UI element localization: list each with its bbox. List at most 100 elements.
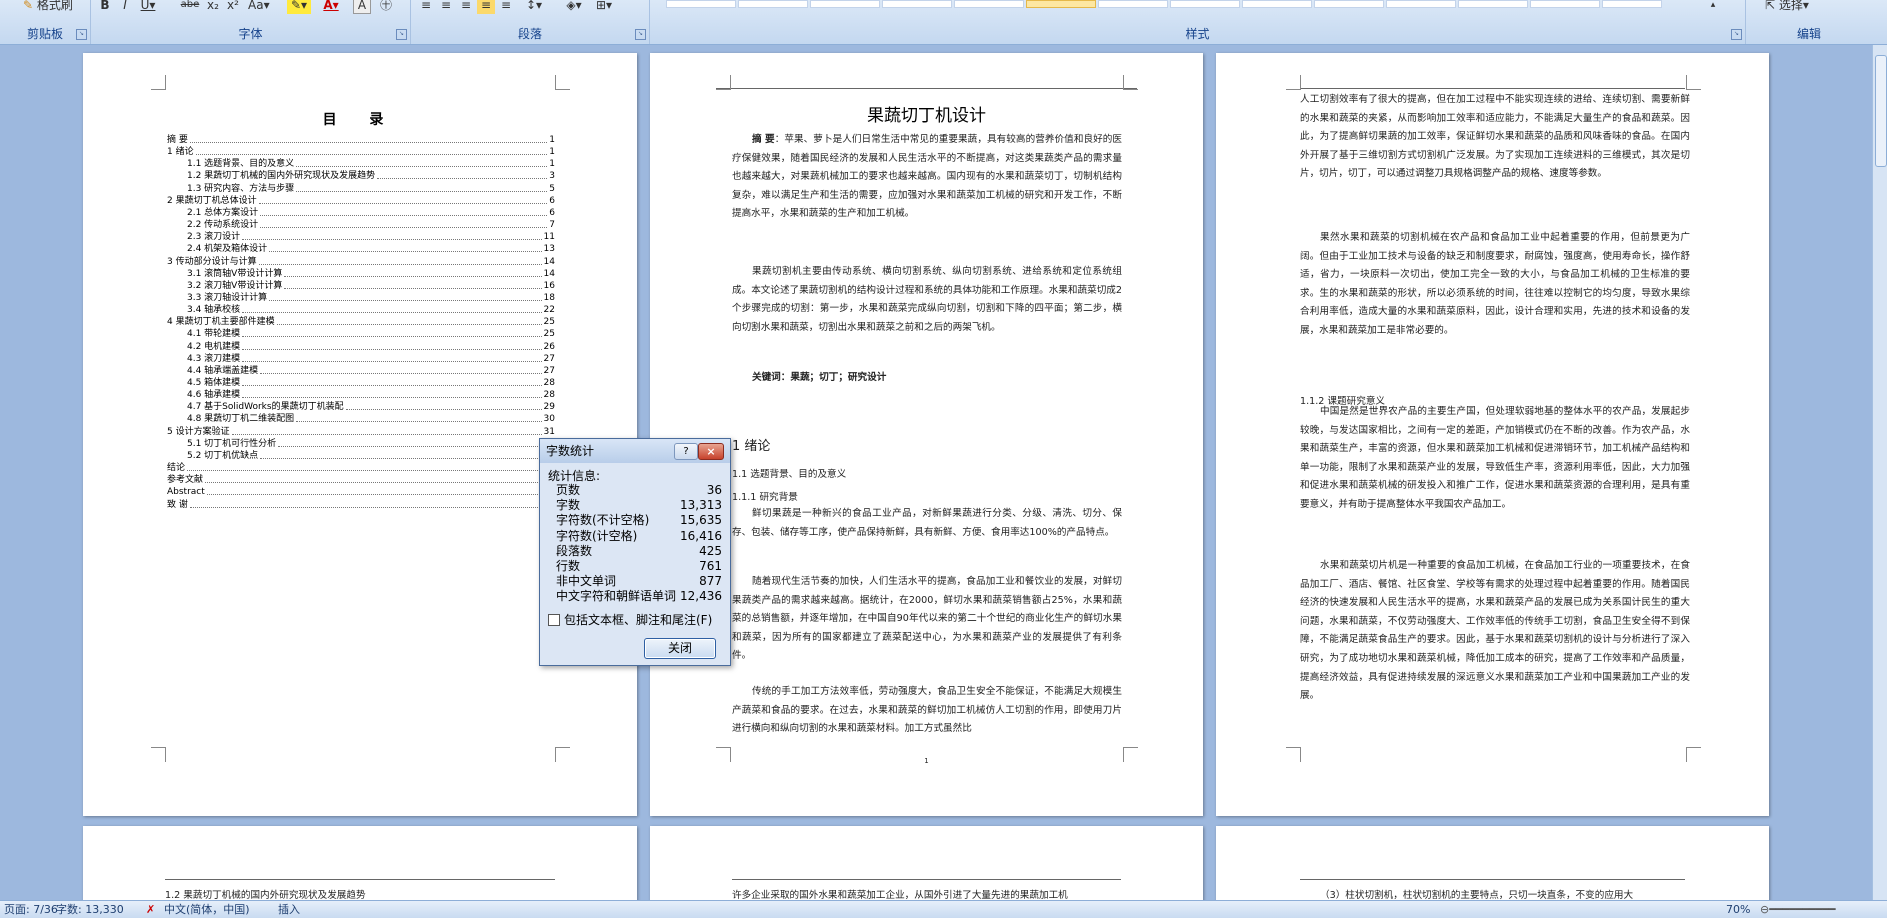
- style-swatch[interactable]: [810, 0, 880, 8]
- include-textboxes-checkbox[interactable]: 包括文本框、脚注和尾注(F): [548, 611, 712, 628]
- toc-entry[interactable]: 4.2 电机建模 26: [187, 341, 555, 353]
- style-swatch[interactable]: [1314, 0, 1384, 8]
- document-area[interactable]: 目 录 摘 要11 绪论 1 1.1 选题背景、目的及意义 1 1.2 果蔬切丁机械的国…: [0, 45, 1872, 900]
- toc-entry[interactable]: 5.2 切丁机优缺点31: [187, 450, 555, 462]
- strikethrough-button[interactable]: abe: [179, 0, 201, 14]
- toc-entry[interactable]: 结论32: [167, 462, 555, 474]
- vertical-scrollbar[interactable]: [1872, 45, 1887, 900]
- enclose-char-button[interactable]: ㊉: [377, 0, 395, 14]
- justify-icon[interactable]: ≡: [477, 0, 495, 14]
- styles-scroll-icon[interactable]: ▴: [1706, 0, 1720, 14]
- style-swatch[interactable]: [666, 0, 736, 8]
- toc-entry[interactable]: 3 传动部分设计与计算 14: [167, 256, 555, 268]
- style-swatch[interactable]: [954, 0, 1024, 8]
- scrollbar-thumb[interactable]: [1875, 55, 1887, 167]
- close-icon[interactable]: ×: [698, 443, 724, 460]
- toc-entry[interactable]: 1.1 选题背景、目的及意义 1: [187, 158, 555, 170]
- style-swatch-selected[interactable]: [1026, 0, 1096, 8]
- toc-entry[interactable]: 4.4 轴承端盖建模 27: [187, 365, 555, 377]
- highlight-button[interactable]: ✎▾: [287, 0, 311, 14]
- toc-entry-title: 5.2 切丁机优缺点: [187, 450, 259, 461]
- change-case-button[interactable]: Aa▾: [247, 0, 270, 14]
- align-center-icon[interactable]: ≡: [437, 0, 455, 14]
- toc-entry[interactable]: 参考文献33: [167, 474, 555, 486]
- toc-entry[interactable]: 4.1 带轮建模 25: [187, 328, 555, 340]
- toc-entry[interactable]: 1 绪论 1: [167, 146, 555, 158]
- bold-button[interactable]: B: [97, 0, 113, 14]
- style-swatch[interactable]: [738, 0, 808, 8]
- word-count-indicator[interactable]: 字数: 13,330: [56, 901, 124, 918]
- toc-entry[interactable]: 摘 要 1: [167, 134, 555, 146]
- styles-launcher[interactable]: ↘: [1731, 29, 1742, 40]
- style-swatch[interactable]: [1170, 0, 1240, 8]
- body-paragraph: （3）柱状切割机，柱状切割机的主要特点，只切一块直条，不变的应用大: [1320, 890, 1634, 900]
- style-swatch[interactable]: [1602, 0, 1662, 8]
- select-button[interactable]: ⇱ 选择▾: [1764, 0, 1824, 14]
- paragraph-launcher[interactable]: ↘: [635, 29, 646, 40]
- font-color-button[interactable]: A▾: [319, 0, 343, 14]
- toc-entry[interactable]: 2.1 总体方案设计 6: [187, 207, 555, 219]
- toc-entry-page: 6: [549, 195, 555, 206]
- clipboard-launcher[interactable]: ↘: [76, 29, 87, 40]
- insert-mode-indicator[interactable]: 插入: [278, 901, 300, 918]
- toc-entry[interactable]: 4.7 基于SolidWorks的果蔬切丁机装配 29: [187, 401, 555, 413]
- align-left-icon[interactable]: ≡: [417, 0, 435, 14]
- proofing-icon[interactable]: ✗: [146, 901, 155, 918]
- close-button[interactable]: 关闭: [644, 638, 716, 659]
- toc-leader: [187, 462, 542, 472]
- style-swatch[interactable]: [1386, 0, 1456, 8]
- page-indicator[interactable]: 页面: 7/36: [4, 901, 58, 918]
- distributed-icon[interactable]: ≡: [497, 0, 515, 14]
- toc-entry[interactable]: 2 果蔬切丁机总体设计 6: [167, 195, 555, 207]
- format-painter-button[interactable]: ✎ 格式刷: [22, 0, 84, 14]
- toc-entry-title: 5 设计方案验证: [167, 426, 230, 437]
- style-swatch[interactable]: [1458, 0, 1528, 8]
- toc-leader: [269, 292, 542, 301]
- toc-entry[interactable]: 3.3 滚刀轴设计计算 18: [187, 292, 555, 304]
- language-indicator[interactable]: 中文(简体，中国): [164, 901, 250, 918]
- zoom-slider[interactable]: ⊖━━━━━━━━━━: [1760, 901, 1835, 918]
- help-button[interactable]: ?: [674, 443, 698, 460]
- toc-entry[interactable]: 2.4 机架及箱体设计 13: [187, 243, 555, 255]
- underline-button[interactable]: U▾: [137, 0, 159, 14]
- subscript-button[interactable]: x₂: [205, 0, 221, 14]
- toc-entry[interactable]: 3.4 轴承校核 22: [187, 304, 555, 316]
- style-swatch[interactable]: [882, 0, 952, 8]
- italic-button[interactable]: I: [117, 0, 133, 14]
- body-paragraph: 传统的手工加工方法效率低，劳动强度大，食品卫生安全不能保证，不能满足大规模生产蔬…: [732, 686, 1122, 735]
- toc-entry-title: 4.1 带轮建模: [187, 329, 241, 340]
- toc-entry[interactable]: 2.3 滚刀设计 11: [187, 231, 555, 243]
- toc-entry-title: 2.1 总体方案设计: [187, 207, 259, 218]
- superscript-button[interactable]: x²: [225, 0, 241, 14]
- toc-entry[interactable]: 4.5 箱体建模 28: [187, 377, 555, 389]
- toc-entry[interactable]: 4 果蔬切丁机主要部件建模 25: [167, 316, 555, 328]
- zoom-level[interactable]: 70%: [1726, 901, 1750, 918]
- toc-entry[interactable]: 4.6 轴承建模 28: [187, 389, 555, 401]
- toc-entry[interactable]: 4.3 滚刀建模 27: [187, 353, 555, 365]
- toc-entry[interactable]: 2.2 传动系统设计 7: [187, 219, 555, 231]
- header-line: [716, 88, 1137, 89]
- shading-icon[interactable]: ◈▾: [561, 0, 587, 14]
- toc-entry[interactable]: 5.1 切丁机可行性分析31: [187, 438, 555, 450]
- toc-entry-title: 3.3 滚刀轴设计计算: [187, 292, 268, 303]
- toc-entry[interactable]: 致 谢35: [167, 499, 555, 511]
- checkbox-box[interactable]: [548, 613, 560, 626]
- line-spacing-icon[interactable]: ↕▾: [521, 0, 547, 14]
- toc-entry[interactable]: 5 设计方案验证 31: [167, 426, 555, 438]
- page-next-1: 1.2 果蔬切丁机械的国内外研究现状及发展趋势: [83, 826, 637, 900]
- align-right-icon[interactable]: ≡: [457, 0, 475, 14]
- style-swatch[interactable]: [1098, 0, 1168, 8]
- editing-group-label: 编辑: [1796, 27, 1821, 41]
- toc-entry[interactable]: 1.2 果蔬切丁机械的国内外研究现状及发展趋势 3: [187, 170, 555, 182]
- toc-entry[interactable]: 1.3 研究内容、方法与步骤 5: [187, 183, 555, 195]
- style-swatch[interactable]: [1530, 0, 1600, 8]
- statistic-row: 字符数(计空格) 16,416: [556, 529, 722, 544]
- borders-icon[interactable]: ⊞▾: [591, 0, 617, 14]
- char-shading-button[interactable]: A: [353, 0, 371, 14]
- toc-entry[interactable]: 3.2 滚刀轴V带设计计算 16: [187, 280, 555, 292]
- style-swatch[interactable]: [1242, 0, 1312, 8]
- toc-entry[interactable]: Abstract34: [167, 486, 555, 498]
- font-launcher[interactable]: ↘: [396, 29, 407, 40]
- toc-entry[interactable]: 4.8 果蔬切丁机二维装配图 30: [187, 413, 555, 425]
- toc-entry[interactable]: 3.1 滚筒轴V带设计计算 14: [187, 268, 555, 280]
